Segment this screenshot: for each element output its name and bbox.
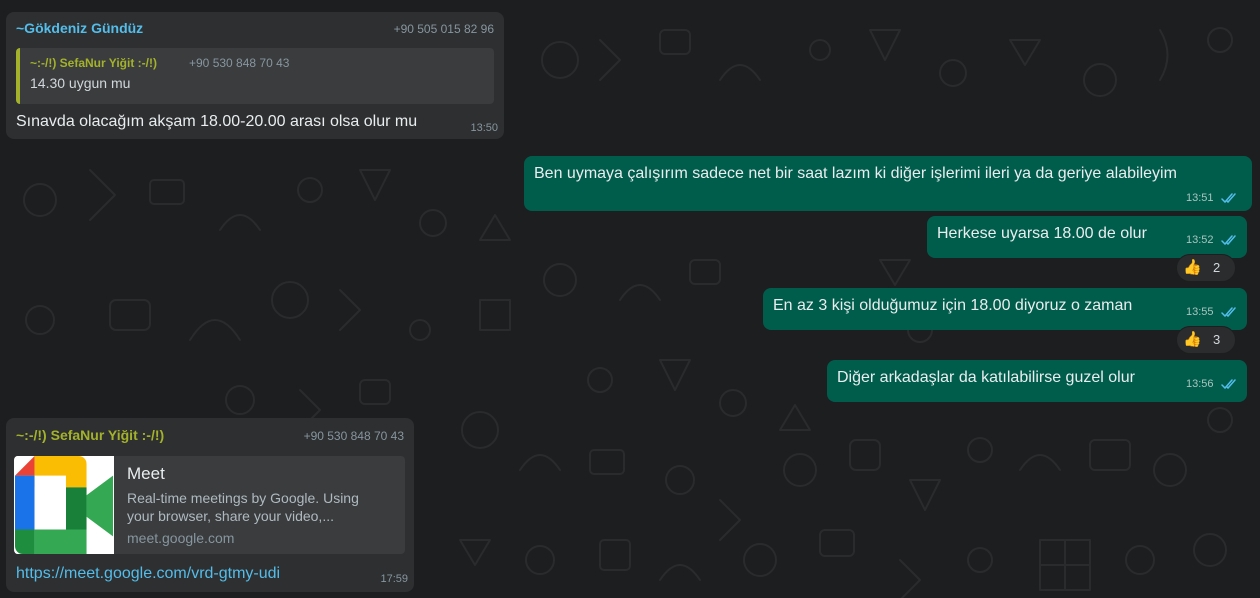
quoted-sender-name: ~:-/!) SefaNur Yiğit :-/!) [30, 56, 157, 70]
read-receipt-icon [1221, 235, 1236, 246]
sender-name[interactable]: ~Gökdeniz Gündüz [16, 20, 143, 36]
preview-description-line2: your browser, share your video,... [127, 508, 334, 524]
reaction-pill[interactable]: 👍 3 [1176, 326, 1236, 354]
preview-description-line1: Real-time meetings by Google. Using [127, 490, 359, 506]
message-time: 13:50 [470, 122, 498, 134]
reaction-count: 3 [1213, 332, 1221, 347]
quoted-text: 14.30 uygun mu [30, 75, 131, 91]
message-time: 13:55 [1186, 306, 1214, 318]
message-text: En az 3 kişi olduğumuz için 18.00 diyoru… [773, 297, 1133, 314]
outgoing-message-bubble[interactable]: Ben uymaya çalışırım sadece net bir saat… [524, 156, 1252, 211]
message-text: Ben uymaya çalışırım sadece net bir saat… [534, 165, 1177, 182]
reaction-pill[interactable]: 👍 2 [1176, 254, 1236, 282]
read-receipt-icon [1221, 193, 1236, 204]
message-time: 13:51 [1186, 192, 1214, 204]
preview-title: Meet [127, 464, 165, 483]
thumbs-up-icon: 👍 [1183, 331, 1202, 348]
message-text: Diğer arkadaşlar da katılabilirse guzel … [837, 369, 1135, 386]
sender-phone: +90 530 848 70 43 [303, 429, 404, 443]
incoming-message-bubble[interactable]: ~:-/!) SefaNur Yiğit :-/!) +90 530 848 7… [6, 418, 414, 592]
reaction-count: 2 [1213, 260, 1221, 275]
message-text: Herkese uyarsa 18.00 de olur [937, 225, 1147, 242]
preview-domain: meet.google.com [127, 530, 235, 546]
quoted-message[interactable]: ~:-/!) SefaNur Yiğit :-/!) +90 530 848 7… [16, 48, 494, 104]
thumbs-up-icon: 👍 [1183, 259, 1202, 276]
quoted-sender-phone: +90 530 848 70 43 [189, 56, 290, 70]
google-meet-logo-icon [14, 456, 114, 554]
sender-name[interactable]: ~:-/!) SefaNur Yiğit :-/!) [16, 427, 164, 443]
meeting-link[interactable]: https://meet.google.com/vrd-gtmy-udi [16, 565, 280, 583]
incoming-message-bubble[interactable]: ~Gökdeniz Gündüz +90 505 015 82 96 ~:-/!… [6, 12, 504, 139]
message-time: 17:59 [380, 573, 408, 585]
sender-phone: +90 505 015 82 96 [393, 22, 494, 36]
link-preview-card[interactable]: Meet Real-time meetings by Google. Using… [14, 456, 405, 554]
outgoing-message-bubble[interactable]: En az 3 kişi olduğumuz için 18.00 diyoru… [763, 288, 1247, 330]
read-receipt-icon [1221, 307, 1236, 318]
message-time: 13:52 [1186, 234, 1214, 246]
read-receipt-icon [1221, 379, 1236, 390]
outgoing-message-bubble[interactable]: Diğer arkadaşlar da katılabilirse guzel … [827, 360, 1247, 402]
message-time: 13:56 [1186, 378, 1214, 390]
message-text: Sınavda olacağım akşam 18.00-20.00 arası… [16, 113, 418, 130]
outgoing-message-bubble[interactable]: Herkese uyarsa 18.00 de olur 13:52 [927, 216, 1247, 258]
